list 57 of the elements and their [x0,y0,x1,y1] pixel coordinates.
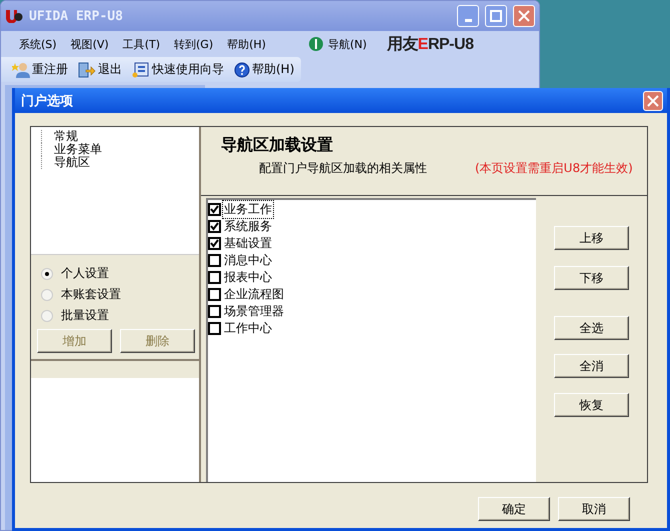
checkbox[interactable] [208,288,221,301]
checkbox-item[interactable]: 企业流程图 [208,286,536,303]
list-button[interactable]: 下移 [554,266,629,290]
toolbar-button[interactable]: 退出 [75,58,125,80]
window-title: UFIDA ERP-U8 [29,8,124,24]
dialog-button[interactable]: 取消 [558,497,630,521]
close-icon [647,94,659,106]
radio-option[interactable]: 个人设置 [41,265,199,282]
close-button[interactable] [643,90,663,110]
list-button[interactable]: 恢复 [554,393,629,417]
close-icon [518,10,530,22]
list-button[interactable]: 上移 [554,226,629,250]
menu-item[interactable]: 工具(T) [122,36,160,52]
checkbox-item[interactable]: 基础设置 [208,235,536,252]
toolbar-button[interactable]: 快速使用向导 [129,58,227,80]
tree-item[interactable]: 业务菜单 [41,143,102,156]
user-icon [12,62,30,78]
menu-item[interactable]: 视图(V) [70,36,109,52]
exit-door-icon [78,62,96,78]
list-button[interactable]: 全消 [554,354,629,378]
app-logo-icon [5,9,23,23]
restart-note: (本页设置需重启U8才能生效) [475,160,633,177]
toolbar-button[interactable]: 帮助(H) [231,58,298,80]
dialog-button[interactable]: 确定 [478,497,550,521]
minimize-button[interactable] [457,5,479,27]
section-heading: 导航区加载设置 [221,135,334,156]
tree-item[interactable]: 常规 [41,130,78,143]
list-button[interactable]: 全选 [554,316,629,340]
checkbox-item[interactable]: 报表中心 [208,269,536,286]
toolbar-button[interactable]: 重注册 [9,58,71,80]
maximize-button[interactable] [485,5,507,27]
brand-logo: 用友ERP-U8 [386,34,474,54]
checkbox-item[interactable]: 消息中心 [208,252,536,269]
radio-option[interactable]: 批量设置 [41,307,199,324]
checkbox[interactable] [208,322,221,335]
section-description: 配置门户导航区加载的相关属性 [259,160,427,177]
radio-option[interactable]: 本账套设置 [41,286,199,303]
dialog-title: 门户选项 [21,92,74,110]
menu-item[interactable]: 转到(G) [174,36,214,52]
navigation-menu[interactable]: 导航(N) [308,36,367,52]
checkbox[interactable] [208,271,221,284]
checkbox-item[interactable]: 系统服务 [208,218,536,235]
tree-item[interactable]: 导航区 [41,156,90,169]
checkbox[interactable] [208,305,221,318]
checkbox[interactable] [208,254,221,267]
checkbox-item[interactable]: 业务工作 [208,201,536,218]
checkbox[interactable] [208,203,221,216]
maximize-icon [490,10,502,22]
menu-item[interactable]: 系统(S) [19,36,57,52]
help-icon [234,62,250,78]
minimize-icon [464,18,472,22]
checkbox[interactable] [208,237,221,250]
checkbox-item[interactable]: 场景管理器 [208,303,536,320]
checkbox-item[interactable]: 工作中心 [208,320,536,337]
checkbox[interactable] [208,220,221,233]
close-button[interactable] [513,5,535,27]
menu-item[interactable]: 帮助(H) [227,36,266,52]
